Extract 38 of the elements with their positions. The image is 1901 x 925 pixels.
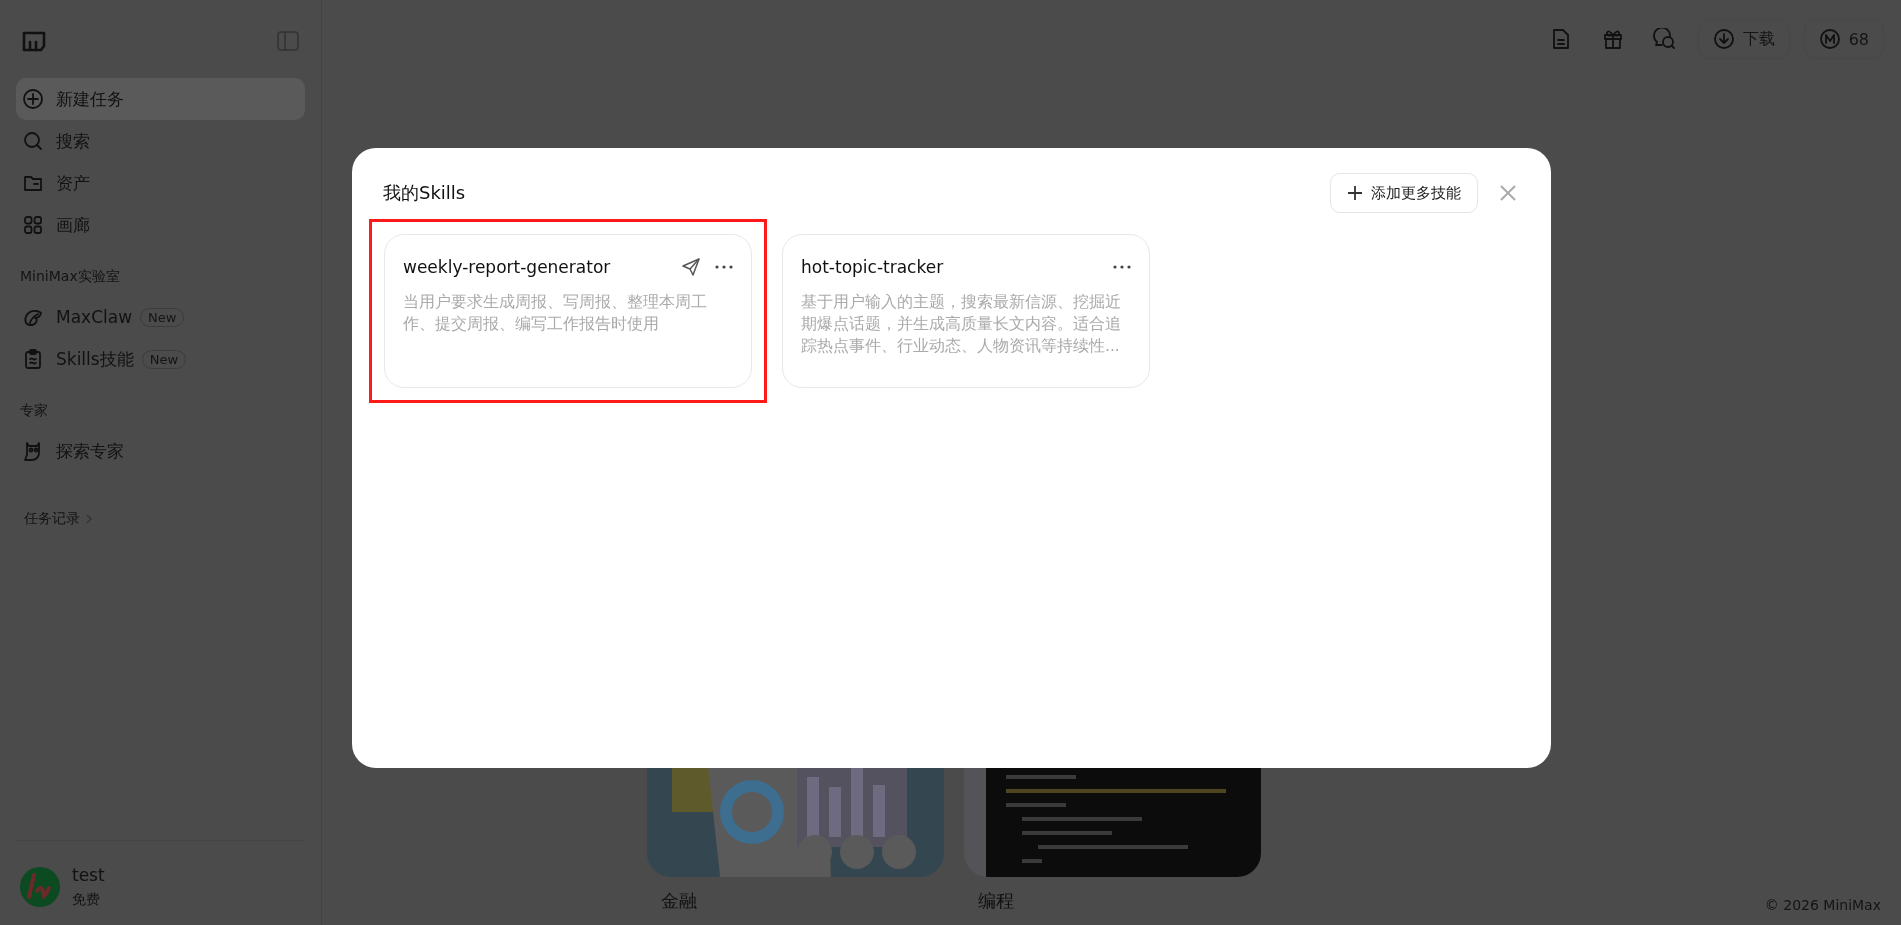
skill-name: hot-topic-tracker — [801, 257, 944, 277]
sidebar-item[interactable]: 资产 — [16, 162, 305, 204]
more-icon[interactable] — [715, 265, 733, 269]
avatar[interactable] — [20, 867, 60, 907]
sidebar-item[interactable]: 画廊 — [16, 204, 305, 246]
plus-circle-icon — [22, 88, 44, 110]
add-skills-button[interactable]: 添加更多技能 — [1330, 173, 1478, 213]
sidebar-item-label: MaxClaw — [56, 307, 133, 327]
skill-description: 当用户要求生成周报、写周报、整理本周工作、提交周报、编写工作报告时使用 — [403, 292, 708, 335]
sidebar-item-label: 新建任务 — [56, 87, 124, 111]
gallery-label: 编程 — [977, 889, 1015, 913]
sidebar-item-label: Skills技能 — [56, 347, 134, 371]
sidebar-item-label: 搜索 — [56, 129, 90, 153]
send-icon[interactable] — [681, 257, 701, 277]
chevron-right-icon — [84, 513, 94, 525]
user-name: test — [72, 865, 105, 885]
sidebar-item[interactable]: MaxClaw New — [16, 296, 305, 338]
plus-icon — [1347, 185, 1363, 201]
skill-description: 基于用户输入的主题，搜索最新信源、挖掘近期爆点话题，并生成高质量长文内容。适合追踪热点事件、行业动态、人物资讯等持续性... — [801, 292, 1122, 357]
sidebar-item[interactable]: 新建任务 — [16, 78, 305, 120]
sidebar-item-label: 资产 — [56, 171, 90, 195]
skill-card[interactable]: weekly-report-generator 当用户要求生成周报、写周报、整理本周工作、提交周报、编写工作报告时使用 — [384, 234, 752, 388]
skill-card[interactable]: hot-topic-tracker 基于用户输入的主题，搜索最新信源、挖掘近期爆点话题，并生成高质量长文内容。适合追踪热点事件、行业动态、人物资讯等持续性... — [782, 234, 1150, 388]
clipboard-icon — [22, 348, 44, 370]
sidebar-item[interactable]: 探索专家 — [16, 430, 305, 472]
search-icon — [22, 130, 44, 152]
logo-icon[interactable] — [22, 30, 46, 52]
sidebar-item[interactable]: 搜索 — [16, 120, 305, 162]
m-coin-icon — [1818, 28, 1841, 50]
dialog-title: 我的Skills — [383, 181, 466, 205]
download-icon — [1712, 28, 1735, 50]
gallery-label: 金融 — [660, 889, 698, 913]
grid-icon — [22, 214, 44, 236]
skill-name: weekly-report-generator — [403, 257, 611, 277]
sidebar-toggle-icon[interactable] — [277, 31, 299, 51]
sidebar-item-label: 画廊 — [56, 213, 90, 237]
more-icon[interactable] — [1113, 265, 1131, 269]
sidebar-item-label: 探索专家 — [56, 439, 124, 463]
